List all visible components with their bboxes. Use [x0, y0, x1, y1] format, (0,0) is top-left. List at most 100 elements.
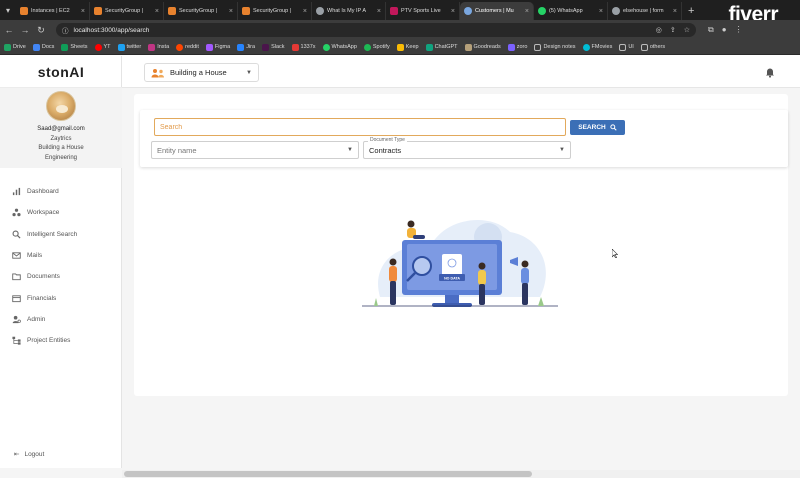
- illustration-person-head: [521, 260, 529, 268]
- illustration-stand: [445, 295, 459, 304]
- sidebar-item-documents[interactable]: Documents: [0, 266, 122, 287]
- sidebar-item-label: Project Entities: [27, 337, 71, 345]
- bookmark-item[interactable]: Spotify: [363, 43, 390, 51]
- close-icon[interactable]: ×: [303, 8, 307, 15]
- illustration-person-head: [478, 262, 486, 270]
- back-arrow-icon[interactable]: ←: [4, 25, 14, 35]
- browser-tab[interactable]: Instances | EC2 ×: [16, 2, 90, 20]
- app-logo[interactable]: stonAI: [0, 56, 122, 88]
- sidebar-item-intelligent-search[interactable]: Intelligent Search: [0, 224, 122, 245]
- sidebar-item-workspace[interactable]: Workspace: [0, 202, 122, 223]
- close-icon[interactable]: ×: [155, 8, 159, 15]
- illustration-person-body: [521, 268, 529, 284]
- sidebar-item-financials[interactable]: Financials: [0, 287, 122, 308]
- bookmark-item[interactable]: WhatsApp: [322, 43, 357, 51]
- reload-icon[interactable]: ↻: [36, 25, 46, 36]
- bookmark-favicon: [94, 43, 102, 51]
- bookmark-item[interactable]: FMovies: [582, 43, 612, 51]
- close-icon[interactable]: ×: [81, 8, 85, 15]
- share-icon[interactable]: ⇪: [670, 26, 676, 34]
- bookmark-item[interactable]: Slack: [262, 43, 285, 51]
- search-button[interactable]: SEARCH: [570, 120, 625, 135]
- search-panel: SEARCH Entity name ▼ Document Type Contr…: [140, 110, 788, 167]
- browser-tab[interactable]: SecurityGroup | ×: [90, 2, 164, 20]
- bookmark-folder[interactable]: UI: [619, 43, 634, 51]
- close-icon[interactable]: ×: [673, 8, 677, 15]
- browser-tab[interactable]: SecurityGroup | ×: [238, 2, 312, 20]
- bookmark-folder[interactable]: Design notes: [534, 43, 576, 51]
- forward-arrow-icon[interactable]: →: [20, 25, 30, 35]
- bookmark-item[interactable]: Keep: [396, 43, 419, 51]
- sidebar-item-mails[interactable]: Mails: [0, 245, 122, 266]
- close-icon[interactable]: ×: [525, 8, 529, 15]
- extensions-icon[interactable]: ⧉: [708, 25, 714, 35]
- search-input[interactable]: [154, 118, 566, 136]
- no-data-illustration: NO DATA: [362, 220, 558, 307]
- close-icon[interactable]: ×: [377, 8, 381, 15]
- sidebar-item-label: Intelligent Search: [27, 230, 78, 238]
- chevron-down-icon: ▼: [246, 69, 252, 76]
- search-icon: [610, 124, 617, 131]
- horizontal-scrollbar[interactable]: [122, 470, 800, 478]
- bell-icon[interactable]: [764, 66, 776, 78]
- bookmark-item[interactable]: ChatGPT: [425, 43, 458, 51]
- tab-favicon: [316, 7, 324, 15]
- bookmark-item[interactable]: Docs: [32, 43, 54, 51]
- illustration-person-body: [389, 266, 397, 282]
- sidebar-item-project-entities[interactable]: Project Entities: [0, 330, 122, 351]
- bookmark-item[interactable]: YT: [94, 43, 111, 51]
- profile-icon[interactable]: ●: [722, 25, 727, 35]
- site-info-icon[interactable]: ⓘ: [62, 25, 69, 35]
- bookmark-item[interactable]: zoro: [507, 43, 527, 51]
- tab-label: (5) WhatsApp: [549, 8, 583, 14]
- address-bar[interactable]: ⓘ localhost:3000/app/search ◎ ⇪ ☆: [56, 23, 696, 37]
- illustration-person-legs: [522, 283, 528, 305]
- bookmark-folder[interactable]: others: [640, 43, 665, 51]
- close-icon[interactable]: ×: [229, 8, 233, 15]
- logout-label: Logout: [24, 450, 45, 458]
- tab-label: SecurityGroup |: [179, 8, 218, 14]
- tab-search-icon[interactable]: ▾: [0, 0, 16, 20]
- menu-dots-icon[interactable]: ⋮: [735, 25, 743, 35]
- illustration-badge-text: NO DATA: [444, 276, 460, 280]
- browser-tab[interactable]: PTV Sports Live ×: [386, 2, 460, 20]
- illustration-person-head: [389, 258, 397, 266]
- tab-label: What Is My IP A: [327, 8, 367, 14]
- browser-tab[interactable]: elsehouse | form ×: [608, 2, 682, 20]
- new-tab-plus-icon[interactable]: +: [682, 2, 700, 20]
- sidebar-item-label: Dashboard: [27, 188, 59, 196]
- browser-tab-active[interactable]: Customers | Mu ×: [460, 2, 534, 20]
- bookmark-item[interactable]: Goodreads: [464, 43, 501, 51]
- eye-off-icon[interactable]: ◎: [656, 26, 662, 34]
- bookmark-item[interactable]: Jira: [237, 43, 255, 51]
- bookmark-item[interactable]: twitter: [117, 43, 141, 51]
- sidebar-item-admin[interactable]: Admin: [0, 309, 122, 330]
- bookmark-item[interactable]: Sheets: [61, 43, 88, 51]
- bookmark-item[interactable]: Figma: [205, 43, 230, 51]
- entity-name-select[interactable]: Entity name ▼: [151, 141, 359, 159]
- close-icon[interactable]: ×: [599, 8, 603, 15]
- tab-label: SecurityGroup |: [253, 8, 292, 14]
- bookmark-favicon: [582, 43, 590, 51]
- project-select[interactable]: Building a House ▼: [144, 63, 259, 82]
- sidebar-item-label: Mails: [27, 252, 43, 260]
- avatar[interactable]: [46, 91, 76, 121]
- logout-button[interactable]: ⇤ Logout: [14, 450, 45, 459]
- browser-tab[interactable]: SecurityGroup | ×: [164, 2, 238, 20]
- browser-tab-strip: ▾ Instances | EC2 × SecurityGroup | × Secu…: [0, 0, 800, 26]
- scrollbar-thumb[interactable]: [124, 471, 532, 477]
- bookmark-item[interactable]: Drive: [4, 43, 26, 51]
- browser-tab[interactable]: (5) WhatsApp ×: [534, 2, 608, 20]
- sidebar-item-dashboard[interactable]: Dashboard: [0, 181, 122, 202]
- search-icon: [12, 230, 21, 239]
- team-icon: [151, 68, 164, 77]
- sidebar-item-label: Documents: [27, 273, 60, 281]
- close-icon[interactable]: ×: [451, 8, 455, 15]
- illustration-person-legs: [413, 235, 425, 239]
- document-type-select[interactable]: Document Type Contracts ▼: [363, 137, 571, 159]
- star-icon[interactable]: ☆: [684, 26, 690, 34]
- bookmark-item[interactable]: reddit: [176, 43, 199, 51]
- browser-tab[interactable]: What Is My IP A ×: [312, 2, 386, 20]
- bookmark-item[interactable]: Insta: [148, 43, 169, 51]
- bookmark-item[interactable]: 1337x: [291, 43, 316, 51]
